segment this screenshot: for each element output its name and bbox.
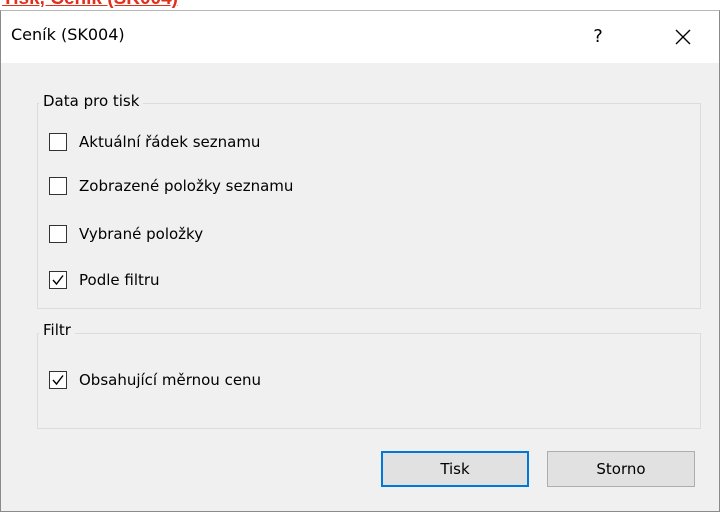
- checkbox-selected-items[interactable]: [49, 225, 67, 243]
- checkmark-icon: [52, 275, 64, 286]
- help-button[interactable]: ?: [578, 19, 618, 55]
- checkbox-current-row[interactable]: [49, 133, 67, 151]
- option-unit-price[interactable]: Obsahující měrnou cenu: [49, 369, 261, 391]
- option-unit-price-label: Obsahující měrnou cenu: [79, 371, 262, 389]
- window-title: Ceník (SK004): [11, 25, 125, 44]
- option-selected-items[interactable]: Vybrané položky: [49, 223, 203, 245]
- option-current-row-label: Aktuální řádek seznamu: [79, 133, 261, 151]
- option-selected-items-label: Vybrané položky: [79, 225, 204, 243]
- option-by-filter-label: Podle filtru: [79, 271, 160, 289]
- page-header-strip: Tisk, Ceník (SK004): [0, 0, 722, 10]
- option-displayed-items-label: Zobrazené položky seznamu: [79, 177, 294, 195]
- option-displayed-items[interactable]: Zobrazené položky seznamu: [49, 175, 293, 197]
- help-icon: ?: [593, 26, 603, 47]
- close-icon: [675, 29, 691, 45]
- checkmark-icon: [52, 375, 64, 386]
- cancel-button[interactable]: Storno: [547, 451, 695, 487]
- filter-group-label: Filtr: [39, 321, 75, 339]
- checkbox-unit-price[interactable]: [49, 371, 67, 389]
- print-dialog: Ceník (SK004) ? Data pro tisk Aktuální ř…: [0, 10, 720, 512]
- checkbox-by-filter[interactable]: [49, 271, 67, 289]
- print-button[interactable]: Tisk: [381, 451, 529, 487]
- print-data-group-label: Data pro tisk: [39, 92, 144, 110]
- title-bar[interactable]: Ceník (SK004) ?: [1, 11, 719, 63]
- page-header-link[interactable]: Tisk, Ceník (SK004): [2, 0, 178, 10]
- option-by-filter[interactable]: Podle filtru: [49, 269, 160, 291]
- checkbox-displayed-items[interactable]: [49, 177, 67, 195]
- option-current-row[interactable]: Aktuální řádek seznamu: [49, 131, 260, 153]
- close-button[interactable]: [661, 19, 705, 55]
